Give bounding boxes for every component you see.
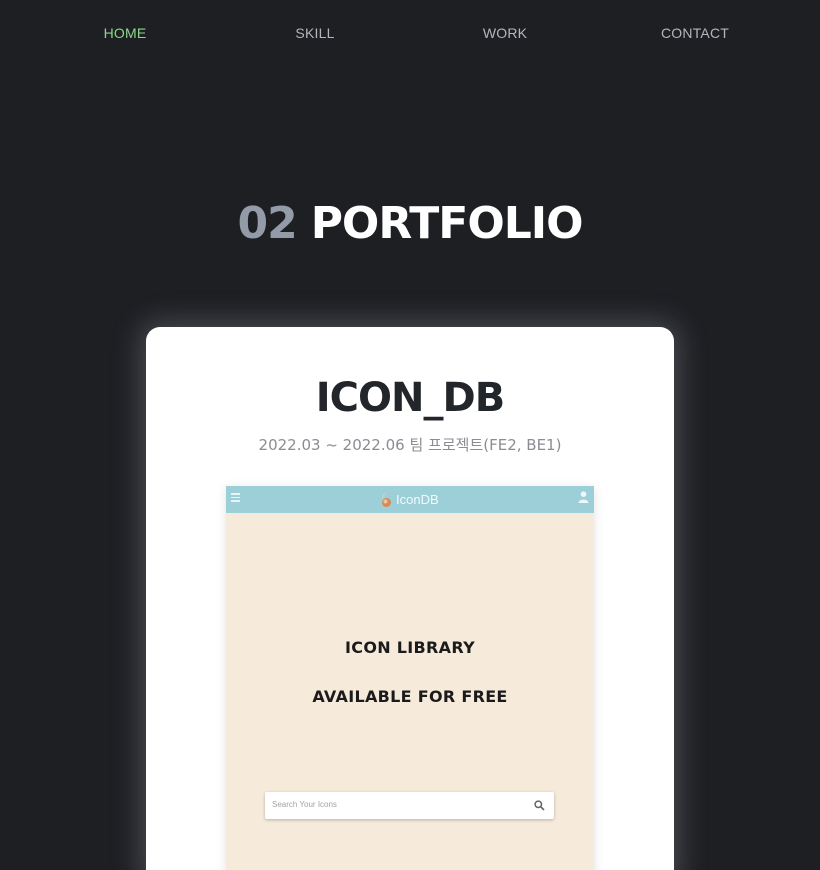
preview-header-bar: IconDB [226, 486, 594, 513]
project-card: ICON_DB 2022.03 ~ 2022.06 팀 프로젝트(FE2, BE… [146, 327, 674, 870]
preview-search-input: Search Your Icons [265, 792, 554, 819]
section-title: 02 PORTFOLIO [0, 198, 820, 249]
preview-headline-2: AVAILABLE FOR FREE [312, 687, 508, 706]
section-number: 02 [237, 198, 297, 249]
hamburger-menu-icon [231, 493, 240, 502]
preview-logo: IconDB [380, 488, 439, 510]
search-icon [534, 800, 545, 811]
nav-contact-link[interactable]: CONTACT [635, 25, 755, 41]
section-heading: PORTFOLIO [310, 198, 584, 249]
nav-skill-link[interactable]: SKILL [255, 25, 375, 41]
preview-headline-1: ICON LIBRARY [345, 638, 475, 657]
user-icon [578, 491, 589, 503]
preview-search-placeholder: Search Your Icons [272, 800, 337, 809]
project-subtitle: 2022.03 ~ 2022.06 팀 프로젝트(FE2, BE1) [258, 436, 562, 454]
project-preview-image[interactable]: IconDB ICON LIBRARY AVAILABLE FOR FREE S… [226, 486, 594, 870]
top-nav: HOME SKILL WORK CONTACT [0, 0, 820, 68]
preview-app-name: IconDB [396, 491, 439, 507]
project-title: ICON_DB [315, 375, 505, 421]
icondb-logo-icon [382, 491, 391, 507]
nav-home-link[interactable]: HOME [65, 25, 185, 41]
nav-work-link[interactable]: WORK [445, 25, 565, 41]
